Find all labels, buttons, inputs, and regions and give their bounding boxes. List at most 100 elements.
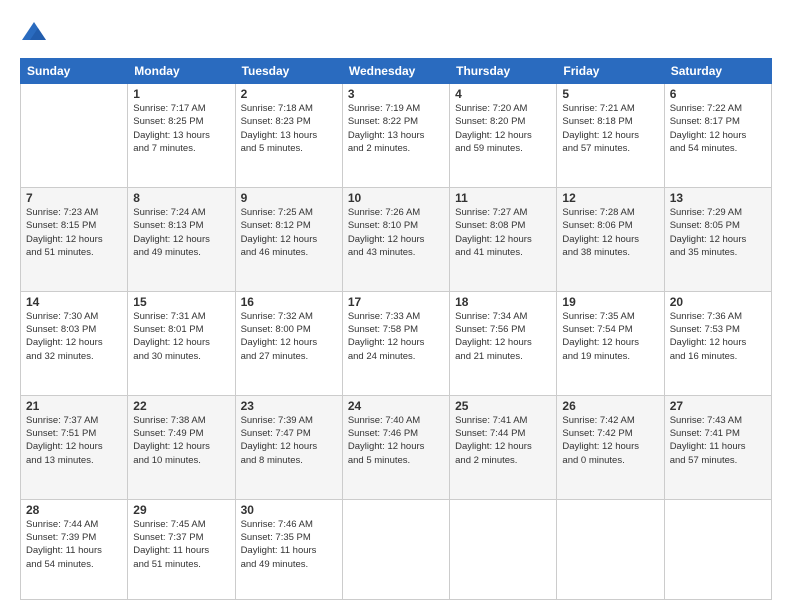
day-number: 9: [241, 191, 337, 205]
day-info: Sunrise: 7:28 AM Sunset: 8:06 PM Dayligh…: [562, 206, 658, 259]
calendar-cell: 3Sunrise: 7:19 AM Sunset: 8:22 PM Daylig…: [342, 84, 449, 188]
weekday-header-monday: Monday: [128, 59, 235, 84]
calendar-week-4: 21Sunrise: 7:37 AM Sunset: 7:51 PM Dayli…: [21, 395, 772, 499]
day-info: Sunrise: 7:35 AM Sunset: 7:54 PM Dayligh…: [562, 310, 658, 363]
day-info: Sunrise: 7:36 AM Sunset: 7:53 PM Dayligh…: [670, 310, 766, 363]
weekday-header-thursday: Thursday: [450, 59, 557, 84]
page: SundayMondayTuesdayWednesdayThursdayFrid…: [0, 0, 792, 612]
calendar-cell: 15Sunrise: 7:31 AM Sunset: 8:01 PM Dayli…: [128, 291, 235, 395]
day-number: 6: [670, 87, 766, 101]
calendar-week-3: 14Sunrise: 7:30 AM Sunset: 8:03 PM Dayli…: [21, 291, 772, 395]
calendar-cell: 13Sunrise: 7:29 AM Sunset: 8:05 PM Dayli…: [664, 187, 771, 291]
calendar-cell: [557, 499, 664, 599]
logo-icon: [20, 20, 48, 48]
calendar-cell: 4Sunrise: 7:20 AM Sunset: 8:20 PM Daylig…: [450, 84, 557, 188]
calendar-cell: 1Sunrise: 7:17 AM Sunset: 8:25 PM Daylig…: [128, 84, 235, 188]
day-number: 24: [348, 399, 444, 413]
day-info: Sunrise: 7:21 AM Sunset: 8:18 PM Dayligh…: [562, 102, 658, 155]
weekday-header-sunday: Sunday: [21, 59, 128, 84]
calendar-cell: 8Sunrise: 7:24 AM Sunset: 8:13 PM Daylig…: [128, 187, 235, 291]
weekday-header-tuesday: Tuesday: [235, 59, 342, 84]
calendar-cell: 14Sunrise: 7:30 AM Sunset: 8:03 PM Dayli…: [21, 291, 128, 395]
calendar-table: SundayMondayTuesdayWednesdayThursdayFrid…: [20, 58, 772, 600]
calendar-cell: 16Sunrise: 7:32 AM Sunset: 8:00 PM Dayli…: [235, 291, 342, 395]
day-number: 11: [455, 191, 551, 205]
day-number: 27: [670, 399, 766, 413]
day-number: 1: [133, 87, 229, 101]
calendar-cell: 2Sunrise: 7:18 AM Sunset: 8:23 PM Daylig…: [235, 84, 342, 188]
day-info: Sunrise: 7:29 AM Sunset: 8:05 PM Dayligh…: [670, 206, 766, 259]
calendar-cell: 10Sunrise: 7:26 AM Sunset: 8:10 PM Dayli…: [342, 187, 449, 291]
day-number: 16: [241, 295, 337, 309]
weekday-header-row: SundayMondayTuesdayWednesdayThursdayFrid…: [21, 59, 772, 84]
day-number: 22: [133, 399, 229, 413]
day-info: Sunrise: 7:22 AM Sunset: 8:17 PM Dayligh…: [670, 102, 766, 155]
calendar-cell: 6Sunrise: 7:22 AM Sunset: 8:17 PM Daylig…: [664, 84, 771, 188]
day-info: Sunrise: 7:37 AM Sunset: 7:51 PM Dayligh…: [26, 414, 122, 467]
day-info: Sunrise: 7:34 AM Sunset: 7:56 PM Dayligh…: [455, 310, 551, 363]
day-info: Sunrise: 7:24 AM Sunset: 8:13 PM Dayligh…: [133, 206, 229, 259]
calendar-cell: [664, 499, 771, 599]
day-number: 30: [241, 503, 337, 517]
day-number: 14: [26, 295, 122, 309]
day-info: Sunrise: 7:25 AM Sunset: 8:12 PM Dayligh…: [241, 206, 337, 259]
day-info: Sunrise: 7:33 AM Sunset: 7:58 PM Dayligh…: [348, 310, 444, 363]
day-number: 4: [455, 87, 551, 101]
calendar-cell: 24Sunrise: 7:40 AM Sunset: 7:46 PM Dayli…: [342, 395, 449, 499]
calendar-week-1: 1Sunrise: 7:17 AM Sunset: 8:25 PM Daylig…: [21, 84, 772, 188]
day-info: Sunrise: 7:43 AM Sunset: 7:41 PM Dayligh…: [670, 414, 766, 467]
calendar-week-2: 7Sunrise: 7:23 AM Sunset: 8:15 PM Daylig…: [21, 187, 772, 291]
day-info: Sunrise: 7:45 AM Sunset: 7:37 PM Dayligh…: [133, 518, 229, 571]
calendar-cell: 7Sunrise: 7:23 AM Sunset: 8:15 PM Daylig…: [21, 187, 128, 291]
day-info: Sunrise: 7:23 AM Sunset: 8:15 PM Dayligh…: [26, 206, 122, 259]
day-info: Sunrise: 7:18 AM Sunset: 8:23 PM Dayligh…: [241, 102, 337, 155]
calendar-cell: 21Sunrise: 7:37 AM Sunset: 7:51 PM Dayli…: [21, 395, 128, 499]
calendar-cell: 17Sunrise: 7:33 AM Sunset: 7:58 PM Dayli…: [342, 291, 449, 395]
weekday-header-wednesday: Wednesday: [342, 59, 449, 84]
day-info: Sunrise: 7:30 AM Sunset: 8:03 PM Dayligh…: [26, 310, 122, 363]
day-info: Sunrise: 7:31 AM Sunset: 8:01 PM Dayligh…: [133, 310, 229, 363]
day-info: Sunrise: 7:20 AM Sunset: 8:20 PM Dayligh…: [455, 102, 551, 155]
day-number: 29: [133, 503, 229, 517]
calendar-cell: 22Sunrise: 7:38 AM Sunset: 7:49 PM Dayli…: [128, 395, 235, 499]
day-info: Sunrise: 7:44 AM Sunset: 7:39 PM Dayligh…: [26, 518, 122, 571]
day-number: 18: [455, 295, 551, 309]
calendar-cell: 25Sunrise: 7:41 AM Sunset: 7:44 PM Dayli…: [450, 395, 557, 499]
calendar-cell: 9Sunrise: 7:25 AM Sunset: 8:12 PM Daylig…: [235, 187, 342, 291]
calendar-cell: 12Sunrise: 7:28 AM Sunset: 8:06 PM Dayli…: [557, 187, 664, 291]
day-number: 3: [348, 87, 444, 101]
day-number: 28: [26, 503, 122, 517]
day-number: 21: [26, 399, 122, 413]
day-info: Sunrise: 7:41 AM Sunset: 7:44 PM Dayligh…: [455, 414, 551, 467]
day-number: 17: [348, 295, 444, 309]
day-info: Sunrise: 7:38 AM Sunset: 7:49 PM Dayligh…: [133, 414, 229, 467]
day-number: 8: [133, 191, 229, 205]
calendar-cell: 18Sunrise: 7:34 AM Sunset: 7:56 PM Dayli…: [450, 291, 557, 395]
day-info: Sunrise: 7:27 AM Sunset: 8:08 PM Dayligh…: [455, 206, 551, 259]
calendar-cell: 28Sunrise: 7:44 AM Sunset: 7:39 PM Dayli…: [21, 499, 128, 599]
calendar-cell: 20Sunrise: 7:36 AM Sunset: 7:53 PM Dayli…: [664, 291, 771, 395]
calendar-cell: [450, 499, 557, 599]
calendar-cell: 26Sunrise: 7:42 AM Sunset: 7:42 PM Dayli…: [557, 395, 664, 499]
day-number: 23: [241, 399, 337, 413]
calendar-cell: 23Sunrise: 7:39 AM Sunset: 7:47 PM Dayli…: [235, 395, 342, 499]
calendar-cell: [342, 499, 449, 599]
calendar-week-5: 28Sunrise: 7:44 AM Sunset: 7:39 PM Dayli…: [21, 499, 772, 599]
day-info: Sunrise: 7:40 AM Sunset: 7:46 PM Dayligh…: [348, 414, 444, 467]
logo: [20, 20, 50, 48]
weekday-header-friday: Friday: [557, 59, 664, 84]
day-number: 20: [670, 295, 766, 309]
calendar-cell: 27Sunrise: 7:43 AM Sunset: 7:41 PM Dayli…: [664, 395, 771, 499]
day-info: Sunrise: 7:46 AM Sunset: 7:35 PM Dayligh…: [241, 518, 337, 571]
calendar-cell: [21, 84, 128, 188]
header: [20, 16, 772, 48]
calendar-cell: 29Sunrise: 7:45 AM Sunset: 7:37 PM Dayli…: [128, 499, 235, 599]
day-number: 10: [348, 191, 444, 205]
day-info: Sunrise: 7:42 AM Sunset: 7:42 PM Dayligh…: [562, 414, 658, 467]
day-info: Sunrise: 7:26 AM Sunset: 8:10 PM Dayligh…: [348, 206, 444, 259]
day-number: 26: [562, 399, 658, 413]
day-info: Sunrise: 7:39 AM Sunset: 7:47 PM Dayligh…: [241, 414, 337, 467]
calendar-cell: 5Sunrise: 7:21 AM Sunset: 8:18 PM Daylig…: [557, 84, 664, 188]
day-number: 25: [455, 399, 551, 413]
day-info: Sunrise: 7:19 AM Sunset: 8:22 PM Dayligh…: [348, 102, 444, 155]
